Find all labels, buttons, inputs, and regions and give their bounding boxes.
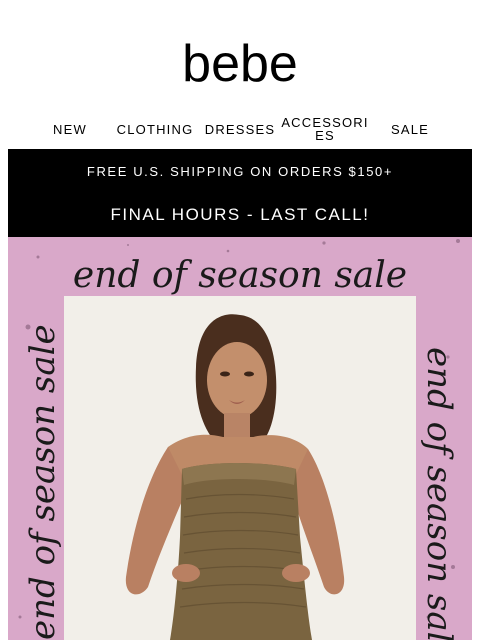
shipping-banner[interactable]: FREE U.S. SHIPPING ON ORDERS $150+	[8, 149, 472, 193]
headline-left: end of season sale	[23, 324, 63, 640]
headline-right: end of season sale	[419, 347, 459, 640]
final-call-banner[interactable]: FINAL HOURS - LAST CALL!	[8, 193, 472, 237]
bebe-logo[interactable]: bebe	[0, 38, 480, 90]
nav-item-dresses[interactable]: DRESSES	[202, 114, 278, 144]
nav-item-new[interactable]: NEW	[48, 114, 92, 144]
nav-item-sale[interactable]: SALE	[386, 114, 434, 144]
main-nav: NEW CLOTHING DRESSES ACCESSORIES SALE	[40, 114, 460, 144]
nav-item-clothing[interactable]: CLOTHING	[114, 114, 196, 144]
nav-item-accessories[interactable]: ACCESSORIES	[280, 114, 370, 144]
headline-top: end of season sale	[73, 255, 407, 296]
hero-artwork: end of season sale end of season sale en…	[18, 239, 460, 640]
hero-banner[interactable]: end of season sale end of season sale en…	[8, 237, 472, 640]
